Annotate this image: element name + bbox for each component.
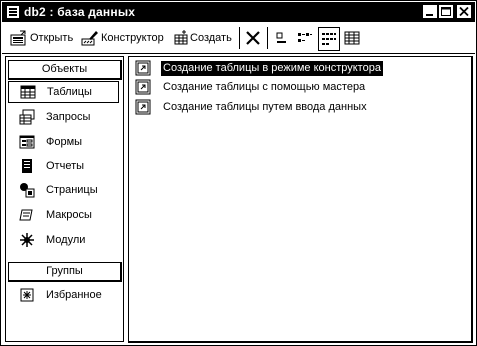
objects-item-macros[interactable]: Макросы bbox=[8, 204, 119, 226]
favorites-icon bbox=[20, 288, 34, 302]
list-item-create-table-design[interactable]: Создание таблицы в режиме конструктора bbox=[135, 59, 383, 77]
list-item-create-table-data-entry[interactable]: Создание таблицы путем ввода данных bbox=[135, 98, 369, 116]
objects-item-label: Запросы bbox=[46, 111, 91, 123]
toolbar: Открыть Конструктор Создать bbox=[2, 23, 475, 54]
toolbar-separator bbox=[239, 27, 240, 49]
objects-item-modules[interactable]: Модули bbox=[8, 229, 119, 251]
maximize-button[interactable] bbox=[439, 5, 453, 18]
shortcut-icon bbox=[135, 99, 151, 115]
close-button[interactable] bbox=[457, 5, 471, 18]
objects-item-tables[interactable]: Таблицы bbox=[8, 81, 119, 103]
delete-icon bbox=[246, 31, 260, 45]
macro-icon bbox=[19, 209, 33, 221]
objects-item-queries[interactable]: Запросы bbox=[8, 106, 119, 128]
objects-group-button[interactable]: Объекты bbox=[8, 60, 122, 80]
create-icon bbox=[174, 30, 188, 45]
form-icon bbox=[19, 135, 35, 149]
objects-item-reports[interactable]: Отчеты bbox=[8, 155, 119, 177]
table-icon bbox=[20, 85, 36, 99]
details-view-icon bbox=[344, 31, 360, 45]
open-label: Открыть bbox=[30, 32, 74, 44]
groups-group-button[interactable]: Группы bbox=[8, 262, 122, 282]
list-view-icon bbox=[322, 33, 336, 45]
list-view-button[interactable] bbox=[318, 27, 340, 51]
objects-item-label: Страницы bbox=[46, 184, 98, 196]
large-icons-button[interactable] bbox=[275, 28, 291, 48]
list-item-label: Создание таблицы с помощью мастера bbox=[163, 80, 366, 93]
design-icon bbox=[81, 31, 98, 46]
minimize-icon bbox=[426, 14, 433, 16]
maximize-icon bbox=[441, 7, 451, 16]
list-item-create-table-wizard[interactable]: Создание таблицы с помощью мастера bbox=[135, 78, 367, 96]
shortcut-icon bbox=[135, 60, 151, 76]
open-button[interactable]: Открыть bbox=[10, 28, 73, 48]
list-item-label: Создание таблицы в режиме конструктора bbox=[161, 60, 383, 76]
database-app-icon[interactable] bbox=[6, 5, 20, 19]
report-icon bbox=[22, 159, 32, 173]
close-icon bbox=[459, 6, 469, 17]
groups-item-label: Избранное bbox=[46, 289, 102, 301]
create-label: Создать bbox=[190, 32, 232, 44]
design-label: Конструктор bbox=[101, 32, 164, 44]
module-icon bbox=[20, 233, 34, 247]
query-icon bbox=[19, 109, 35, 125]
database-window: db2 : база данных Открыть Конструктор Со… bbox=[0, 0, 477, 346]
small-icons-icon bbox=[298, 33, 312, 42]
objects-item-label: Макросы bbox=[46, 209, 92, 221]
objects-item-pages[interactable]: Страницы bbox=[8, 179, 119, 201]
title-bar[interactable]: db2 : база данных bbox=[2, 2, 475, 22]
objects-list: Создание таблицы в режиме конструктора С… bbox=[128, 56, 473, 343]
minimize-button[interactable] bbox=[423, 5, 437, 18]
details-view-button[interactable] bbox=[344, 28, 360, 48]
objects-item-label: Формы bbox=[46, 136, 83, 148]
delete-button[interactable] bbox=[245, 28, 261, 48]
window-title: db2 : база данных bbox=[24, 5, 136, 19]
create-button[interactable]: Создать bbox=[174, 28, 232, 48]
open-icon bbox=[10, 30, 26, 46]
list-item-label: Создание таблицы путем ввода данных bbox=[163, 100, 367, 113]
objects-item-label: Модули bbox=[46, 234, 86, 246]
objects-item-label: Таблицы bbox=[47, 86, 92, 98]
objects-item-label: Отчеты bbox=[46, 160, 85, 172]
design-button[interactable]: Конструктор bbox=[81, 28, 164, 48]
toolbar-separator bbox=[267, 27, 268, 49]
small-icons-button[interactable] bbox=[297, 28, 313, 48]
groups-item-favorites[interactable]: Избранное bbox=[8, 284, 119, 306]
shortcut-icon bbox=[135, 79, 151, 95]
objects-bar: Объекты Таблицы Запросы Формы Отчеты Стр… bbox=[5, 56, 124, 342]
large-icons-icon bbox=[276, 32, 286, 43]
objects-item-forms[interactable]: Формы bbox=[8, 131, 119, 153]
page-icon bbox=[20, 183, 35, 198]
